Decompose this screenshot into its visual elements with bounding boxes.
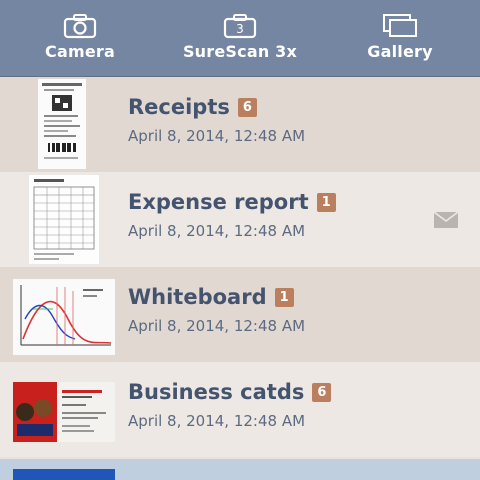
top-toolbar: Camera 3 SureScan 3x Gallery [0,0,480,77]
item-title: Whiteboard [128,285,267,309]
whiteboard-thumbnail [13,279,115,355]
count-badge: 6 [312,382,332,402]
camera-label: Camera [45,42,115,61]
receipt-thumbnail [38,79,86,169]
next-list-item-partial[interactable] [0,459,480,480]
item-date: April 8, 2014, 12:48 AM [128,127,306,145]
count-badge: 6 [237,97,257,117]
camera-icon [63,12,97,40]
count-badge: 1 [274,287,294,307]
document-list: Receipts 6 April 8, 2014, 12:48 AM Expen… [0,77,480,457]
expense-report-thumbnail [29,175,99,264]
surescan-count: 3 [236,22,244,36]
camera-button[interactable]: Camera [0,0,160,76]
gallery-label: Gallery [367,42,433,61]
list-item[interactable]: Business catds 6 April 8, 2014, 12:48 AM [0,362,480,457]
list-item[interactable]: Whiteboard 1 April 8, 2014, 12:48 AM [0,267,480,362]
list-item[interactable]: Receipts 6 April 8, 2014, 12:48 AM [0,77,480,172]
item-date: April 8, 2014, 12:48 AM [128,412,306,430]
surescan-camera-icon: 3 [223,12,257,40]
item-date: April 8, 2014, 12:48 AM [128,222,306,240]
gallery-button[interactable]: Gallery [320,0,480,76]
count-badge: 1 [316,192,336,212]
business-card-thumbnail [13,382,115,442]
gallery-icon [382,12,418,40]
item-date: April 8, 2014, 12:48 AM [128,317,306,335]
item-title: Business catds [128,380,305,404]
item-title: Receipts [128,95,230,119]
surescan-label: SureScan 3x [182,42,298,61]
mail-icon[interactable] [433,211,459,232]
item-title: Expense report [128,190,309,214]
surescan-button[interactable]: 3 SureScan 3x [160,0,320,76]
partial-thumbnail [13,469,115,480]
list-item[interactable]: Expense report 1 April 8, 2014, 12:48 AM [0,172,480,267]
